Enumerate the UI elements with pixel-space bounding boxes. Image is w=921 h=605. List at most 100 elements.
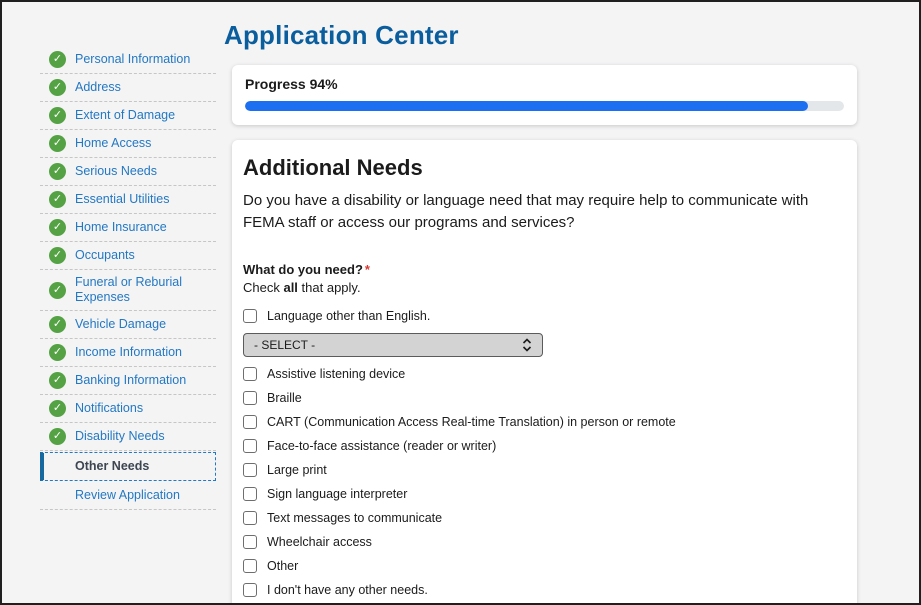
- checkbox[interactable]: [243, 559, 257, 573]
- checkbox-label: Large print: [267, 463, 327, 478]
- sidebar-item-label: Essential Utilities: [75, 192, 169, 207]
- sidebar-item[interactable]: ✓ Vehicle Damage: [40, 311, 216, 339]
- checkbox-label: Braille: [267, 391, 302, 406]
- checkbox[interactable]: [243, 309, 257, 323]
- checkbox-row[interactable]: Wheelchair access: [243, 535, 839, 550]
- check-circle-icon: ✓: [49, 163, 66, 180]
- sidebar-item-label: Extent of Damage: [75, 108, 175, 123]
- check-circle-icon: ✓: [49, 247, 66, 264]
- checkbox[interactable]: [243, 511, 257, 525]
- checkbox-row[interactable]: Language other than English.: [243, 309, 839, 324]
- checkbox[interactable]: [243, 415, 257, 429]
- icon-spacer: [49, 458, 66, 475]
- sidebar-nav: ✓ Personal Information ✓ Address ✓ Extent of …: [40, 46, 216, 510]
- checkbox[interactable]: [243, 439, 257, 453]
- checkbox[interactable]: [243, 535, 257, 549]
- checkbox-label: Assistive listening device: [267, 367, 405, 382]
- section-heading: Additional Needs: [243, 155, 839, 181]
- up-down-chevron-icon: [522, 338, 532, 352]
- sidebar-item-label: Address: [75, 80, 121, 95]
- sidebar-item-label: Review Application: [75, 488, 180, 503]
- checkbox-label: Wheelchair access: [267, 535, 372, 550]
- sidebar-item-label: Serious Needs: [75, 164, 157, 179]
- checkbox[interactable]: [243, 391, 257, 405]
- application-window: ✓ Personal Information ✓ Address ✓ Extent of …: [0, 0, 921, 605]
- checkbox[interactable]: [243, 583, 257, 597]
- check-circle-icon: ✓: [49, 400, 66, 417]
- checkbox-row[interactable]: Large print: [243, 463, 839, 478]
- check-circle-icon: ✓: [49, 79, 66, 96]
- sidebar-item[interactable]: ✓ Banking Information: [40, 367, 216, 395]
- sidebar-item[interactable]: Other Needs: [40, 452, 216, 481]
- sidebar-item-label: Vehicle Damage: [75, 317, 166, 332]
- checkbox-label: Other: [267, 559, 298, 574]
- language-select[interactable]: - SELECT -: [243, 333, 543, 357]
- checkbox-row[interactable]: Sign language interpreter: [243, 487, 839, 502]
- check-circle-icon: ✓: [49, 344, 66, 361]
- sidebar-item[interactable]: ✓ Address: [40, 74, 216, 102]
- sidebar-item[interactable]: ✓ Occupants: [40, 242, 216, 270]
- sidebar-item-label: Home Access: [75, 136, 151, 151]
- sidebar-item-label: Personal Information: [75, 52, 190, 67]
- page-title: Application Center: [224, 20, 857, 51]
- sidebar-item[interactable]: ✓ Home Insurance: [40, 214, 216, 242]
- sidebar-item[interactable]: ✓ Disability Needs: [40, 423, 216, 451]
- sidebar-item[interactable]: ✓ Serious Needs: [40, 158, 216, 186]
- question-label: What do you need?*: [243, 262, 839, 277]
- progress-fill: [245, 101, 808, 111]
- sidebar-item-label: Notifications: [75, 401, 143, 416]
- checkbox-label: Sign language interpreter: [267, 487, 407, 502]
- progress-card: Progress 94%: [232, 65, 857, 125]
- check-circle-icon: ✓: [49, 219, 66, 236]
- language-select-value: - SELECT -: [254, 338, 315, 352]
- check-circle-icon: ✓: [49, 372, 66, 389]
- checkbox-row[interactable]: Assistive listening device: [243, 367, 839, 382]
- sidebar-item[interactable]: ✓ Personal Information: [40, 46, 216, 74]
- section-intro: Do you have a disability or language nee…: [243, 190, 839, 234]
- helper-text: Check all that apply.: [243, 280, 839, 295]
- checkbox-label: CART (Communication Access Real-time Tra…: [267, 415, 676, 430]
- checkbox[interactable]: [243, 463, 257, 477]
- main-column: Application Center Progress 94% Addition…: [232, 2, 857, 603]
- checkbox-row[interactable]: I don't have any other needs.: [243, 583, 839, 598]
- check-circle-icon: ✓: [49, 316, 66, 333]
- check-circle-icon: ✓: [49, 51, 66, 68]
- check-circle-icon: ✓: [49, 135, 66, 152]
- sidebar-item-label: Income Information: [75, 345, 182, 360]
- sidebar-item[interactable]: ✓Essential Utilities: [40, 186, 216, 214]
- progress-track: [245, 101, 844, 111]
- checkbox-row[interactable]: Text messages to communicate: [243, 511, 839, 526]
- sidebar-item[interactable]: ✓ Home Access: [40, 130, 216, 158]
- sidebar-item-label: Disability Needs: [75, 429, 165, 444]
- sidebar-item[interactable]: Review Application: [40, 482, 216, 510]
- checkbox-row[interactable]: Other: [243, 559, 839, 574]
- sidebar-item[interactable]: ✓ Income Information: [40, 339, 216, 367]
- checkbox-label: Text messages to communicate: [267, 511, 442, 526]
- check-circle-icon: ✓: [49, 428, 66, 445]
- sidebar-item-label: Occupants: [75, 248, 135, 263]
- checkbox-row[interactable]: Braille: [243, 391, 839, 406]
- checkbox-label: Language other than English.: [267, 309, 430, 324]
- icon-spacer: [49, 487, 66, 504]
- sidebar-item[interactable]: ✓ Extent of Damage: [40, 102, 216, 130]
- required-asterisk: *: [365, 262, 370, 277]
- sidebar-item[interactable]: ✓ Funeral or Reburial Expenses: [40, 270, 216, 311]
- sidebar-item-label: Home Insurance: [75, 220, 167, 235]
- checkbox[interactable]: [243, 487, 257, 501]
- needs-checklist: Language other than English. - SELECT - As…: [243, 309, 839, 598]
- check-circle-icon: ✓: [49, 282, 66, 299]
- additional-needs-card: Additional Needs Do you have a disabilit…: [232, 140, 857, 605]
- sidebar-item-label: Banking Information: [75, 373, 186, 388]
- sidebar-item[interactable]: ✓ Notifications: [40, 395, 216, 423]
- sidebar-item-label: Other Needs: [75, 459, 149, 474]
- checkbox-label: Face-to-face assistance (reader or write…: [267, 439, 496, 454]
- steps-sidebar: ✓ Personal Information ✓ Address ✓ Extent of …: [40, 2, 216, 603]
- check-circle-icon: ✓: [49, 107, 66, 124]
- question-text: What do you need?: [243, 262, 363, 277]
- checkbox[interactable]: [243, 367, 257, 381]
- checkbox-row[interactable]: CART (Communication Access Real-time Tra…: [243, 415, 839, 430]
- checkbox-label: I don't have any other needs.: [267, 583, 428, 598]
- checkbox-row[interactable]: Face-to-face assistance (reader or write…: [243, 439, 839, 454]
- sidebar-item-label: Funeral or Reburial Expenses: [75, 275, 214, 305]
- progress-label: Progress 94%: [245, 76, 844, 92]
